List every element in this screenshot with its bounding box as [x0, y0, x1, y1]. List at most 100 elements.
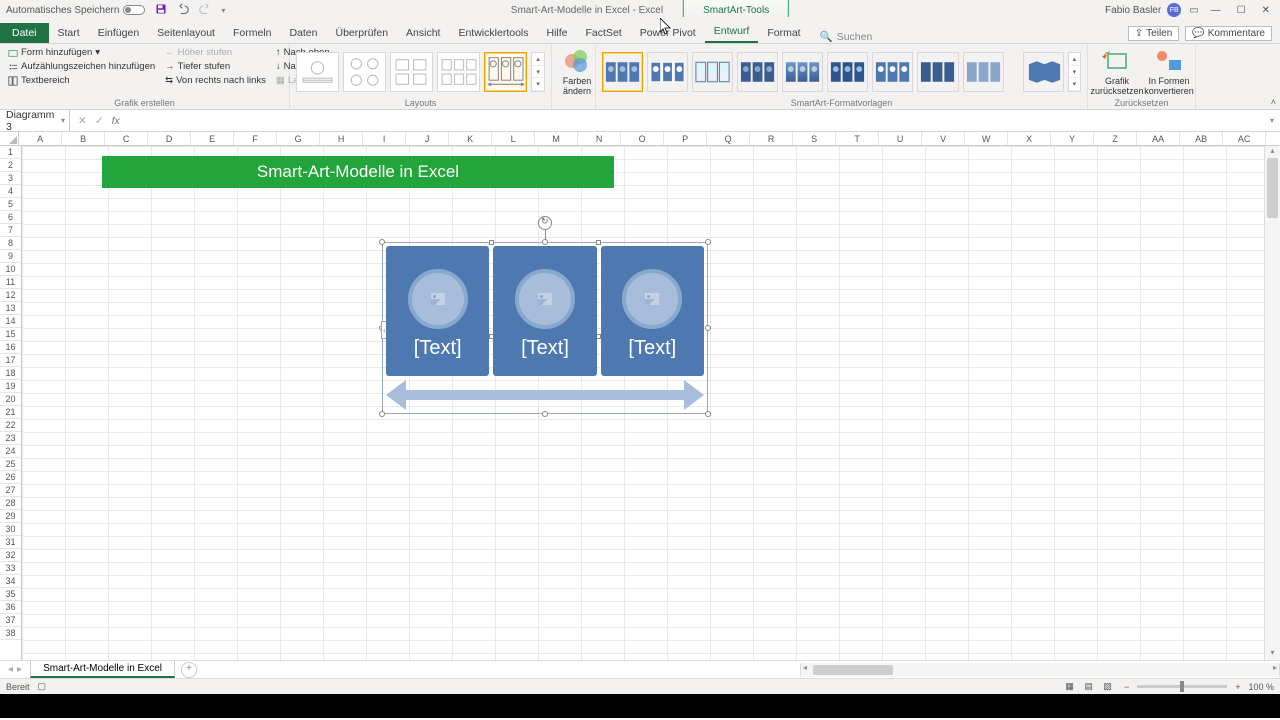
column-header[interactable]: S: [793, 132, 836, 145]
row-header[interactable]: 13: [0, 302, 21, 315]
row-header[interactable]: 24: [0, 445, 21, 458]
row-header[interactable]: 11: [0, 276, 21, 289]
save-icon[interactable]: [155, 3, 167, 18]
row-header[interactable]: 37: [0, 614, 21, 627]
row-header[interactable]: 32: [0, 549, 21, 562]
column-header[interactable]: E: [191, 132, 234, 145]
page-break-view-icon[interactable]: ▧: [1099, 680, 1116, 692]
fx-icon[interactable]: fx: [112, 115, 120, 127]
row-header[interactable]: 25: [0, 458, 21, 471]
scroll-down-icon[interactable]: ▾: [1265, 648, 1280, 660]
column-header[interactable]: V: [922, 132, 965, 145]
row-header[interactable]: 18: [0, 367, 21, 380]
row-header[interactable]: 34: [0, 575, 21, 588]
style-option-4[interactable]: [737, 52, 778, 92]
tell-me-search[interactable]: 🔍 Suchen: [820, 30, 873, 43]
add-bullet-button[interactable]: Aufzählungszeichen hinzufügen: [6, 60, 157, 73]
column-header[interactable]: M: [535, 132, 578, 145]
row-header[interactable]: 10: [0, 263, 21, 276]
zoom-in-icon[interactable]: +: [1235, 682, 1240, 692]
tab-format[interactable]: Format: [758, 23, 809, 43]
column-header[interactable]: C: [105, 132, 148, 145]
column-header[interactable]: T: [836, 132, 879, 145]
change-colors-button[interactable]: Farben ändern: [558, 46, 596, 98]
zoom-out-icon[interactable]: −: [1124, 682, 1129, 692]
name-box[interactable]: Diagramm 3▾: [0, 109, 70, 133]
zoom-level[interactable]: 100 %: [1248, 682, 1274, 692]
style-option-3[interactable]: [692, 52, 733, 92]
redo-icon[interactable]: [199, 3, 211, 18]
resize-handle-s[interactable]: [542, 411, 548, 417]
style-gallery-expand[interactable]: ▴▾▾: [1068, 52, 1081, 92]
smartart-card-1[interactable]: [Text]: [386, 246, 489, 376]
row-header[interactable]: 33: [0, 562, 21, 575]
undo-icon[interactable]: [177, 3, 189, 18]
column-header[interactable]: G: [277, 132, 320, 145]
tab-powerpivot[interactable]: Power Pivot: [631, 23, 705, 43]
style-option-2[interactable]: [647, 52, 688, 92]
tab-start[interactable]: Start: [49, 23, 89, 43]
column-header[interactable]: Y: [1051, 132, 1094, 145]
add-sheet-button[interactable]: +: [181, 662, 197, 678]
tab-file[interactable]: Datei: [0, 23, 49, 43]
row-header[interactable]: 35: [0, 588, 21, 601]
row-header[interactable]: 9: [0, 250, 21, 263]
style-option-5[interactable]: [782, 52, 823, 92]
row-header[interactable]: 31: [0, 536, 21, 549]
style-option-1[interactable]: [602, 52, 643, 92]
scroll-thumb[interactable]: [1267, 158, 1278, 218]
column-header[interactable]: F: [234, 132, 277, 145]
row-header[interactable]: 17: [0, 354, 21, 367]
smartart-card-3[interactable]: [Text]: [601, 246, 704, 376]
scroll-up-icon[interactable]: ▴: [1265, 146, 1280, 158]
smartart-card-2[interactable]: [Text]: [493, 246, 596, 376]
layout-option-1[interactable]: [296, 52, 339, 92]
minimize-icon[interactable]: —: [1211, 5, 1221, 16]
row-header[interactable]: 1: [0, 146, 21, 159]
sheet-nav[interactable]: ◂▸: [0, 664, 30, 675]
column-header[interactable]: A: [19, 132, 62, 145]
autosave-switch-icon[interactable]: [123, 5, 145, 15]
inner-handle[interactable]: [489, 240, 494, 245]
column-header[interactable]: J: [406, 132, 449, 145]
layout-gallery-expand[interactable]: ▴▾▾: [531, 52, 545, 92]
tab-insert[interactable]: Einfügen: [89, 23, 148, 43]
row-header[interactable]: 21: [0, 406, 21, 419]
row-header[interactable]: 8: [0, 237, 21, 250]
scroll-thumb[interactable]: [813, 665, 893, 675]
style-option-6[interactable]: [827, 52, 868, 92]
resize-handle-nw[interactable]: [379, 239, 385, 245]
layout-option-selected[interactable]: [484, 52, 527, 92]
maximize-icon[interactable]: ☐: [1237, 5, 1246, 16]
column-header[interactable]: Z: [1094, 132, 1137, 145]
column-header[interactable]: I: [363, 132, 406, 145]
column-header[interactable]: W: [965, 132, 1008, 145]
row-header[interactable]: 28: [0, 497, 21, 510]
share-button[interactable]: ⇪Teilen: [1128, 26, 1180, 41]
sheet-tab-active[interactable]: Smart-Art-Modelle in Excel: [30, 661, 175, 678]
collapse-ribbon-icon[interactable]: ˄: [1271, 97, 1276, 107]
style-option-3d[interactable]: [1023, 52, 1064, 92]
row-header[interactable]: 30: [0, 523, 21, 536]
smartart-arrow[interactable]: [386, 380, 704, 410]
style-option-9[interactable]: [963, 52, 1004, 92]
vertical-scrollbar[interactable]: ▴ ▾: [1264, 146, 1280, 660]
view-buttons[interactable]: ▦ ▤ ▧: [1061, 681, 1116, 692]
layout-option-2[interactable]: [343, 52, 386, 92]
column-header[interactable]: Q: [707, 132, 750, 145]
resize-handle-e[interactable]: [705, 325, 711, 331]
row-header[interactable]: 5: [0, 198, 21, 211]
autosave-toggle[interactable]: Automatisches Speichern: [6, 5, 145, 16]
rotate-handle[interactable]: [538, 216, 552, 230]
row-header[interactable]: 20: [0, 393, 21, 406]
resize-handle-ne[interactable]: [705, 239, 711, 245]
convert-to-shapes-button[interactable]: In Formen konvertieren: [1146, 46, 1192, 98]
inner-handle[interactable]: [596, 240, 601, 245]
column-header[interactable]: X: [1008, 132, 1051, 145]
text-pane-button[interactable]: Textbereich: [6, 74, 157, 87]
column-header[interactable]: D: [148, 132, 191, 145]
column-header[interactable]: L: [492, 132, 535, 145]
row-header[interactable]: 6: [0, 211, 21, 224]
row-header[interactable]: 26: [0, 471, 21, 484]
row-header[interactable]: 22: [0, 419, 21, 432]
